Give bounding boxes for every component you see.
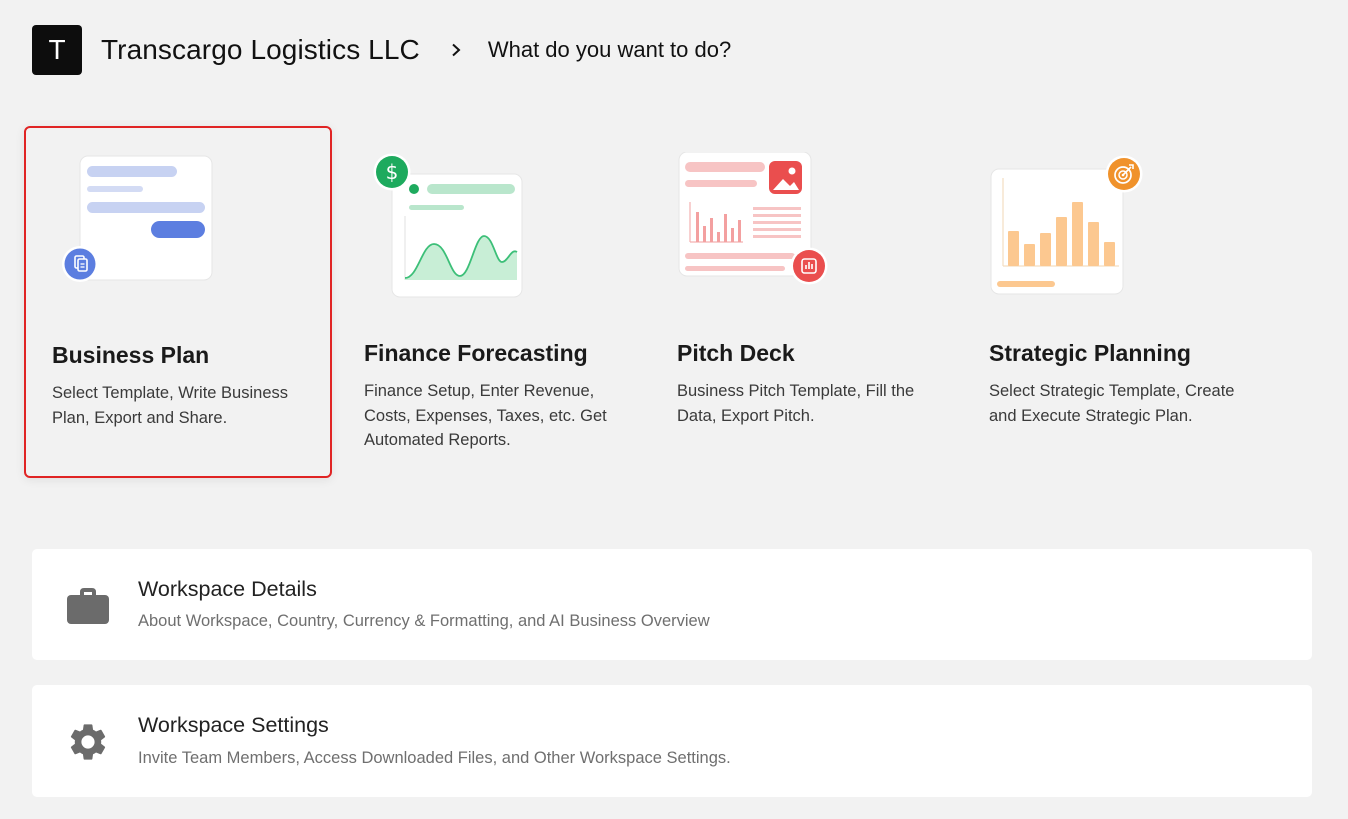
- page-title: What do you want to do?: [487, 37, 732, 62]
- pitch-deck-illustration: [677, 151, 837, 297]
- card-description: Select Template, Write Business Plan, Ex…: [52, 384, 288, 427]
- card-title: Pitch Deck: [677, 340, 795, 366]
- gear-icon: [66, 720, 110, 769]
- strategic-planning-illustration: [989, 154, 1149, 304]
- panel-subtitle: About Workspace, Country, Currency & For…: [138, 612, 710, 630]
- card-title: Strategic Planning: [989, 340, 1191, 366]
- card-description: Select Strategic Template, Create and Ex…: [989, 382, 1235, 425]
- card-description: Finance Setup, Enter Revenue, Costs, Exp…: [364, 382, 607, 449]
- chevron-right-icon: [448, 42, 464, 58]
- workspace-settings-panel[interactable]: Workspace Settings Invite Team Members, …: [32, 685, 1312, 797]
- card-strategic-planning[interactable]: Strategic Planning Select Strategic Temp…: [963, 126, 1271, 478]
- card-finance-forecasting[interactable]: $ Finance Forecasting Finance Setup, Ent…: [338, 126, 646, 478]
- finance-forecasting-illustration: $: [372, 152, 532, 307]
- header: T Transcargo Logistics LLC What do you w…: [32, 25, 731, 75]
- business-plan-illustration: [58, 154, 218, 289]
- panel-title: Workspace Settings: [138, 713, 329, 737]
- panel-subtitle: Invite Team Members, Access Downloaded F…: [138, 749, 731, 767]
- workspace-details-panel[interactable]: Workspace Details About Workspace, Count…: [32, 549, 1312, 660]
- card-business-plan[interactable]: Business Plan Select Template, Write Bus…: [24, 126, 332, 478]
- card-description: Business Pitch Template, Fill the Data, …: [677, 382, 915, 425]
- workspace-logo[interactable]: T: [32, 25, 82, 75]
- svg-text:$: $: [386, 160, 399, 184]
- card-pitch-deck[interactable]: Pitch Deck Business Pitch Template, Fill…: [651, 126, 959, 478]
- briefcase-icon: [66, 586, 110, 631]
- panel-title: Workspace Details: [138, 577, 317, 601]
- card-title: Business Plan: [52, 342, 210, 368]
- card-title: Finance Forecasting: [364, 340, 588, 366]
- company-name[interactable]: Transcargo Logistics LLC: [101, 34, 420, 66]
